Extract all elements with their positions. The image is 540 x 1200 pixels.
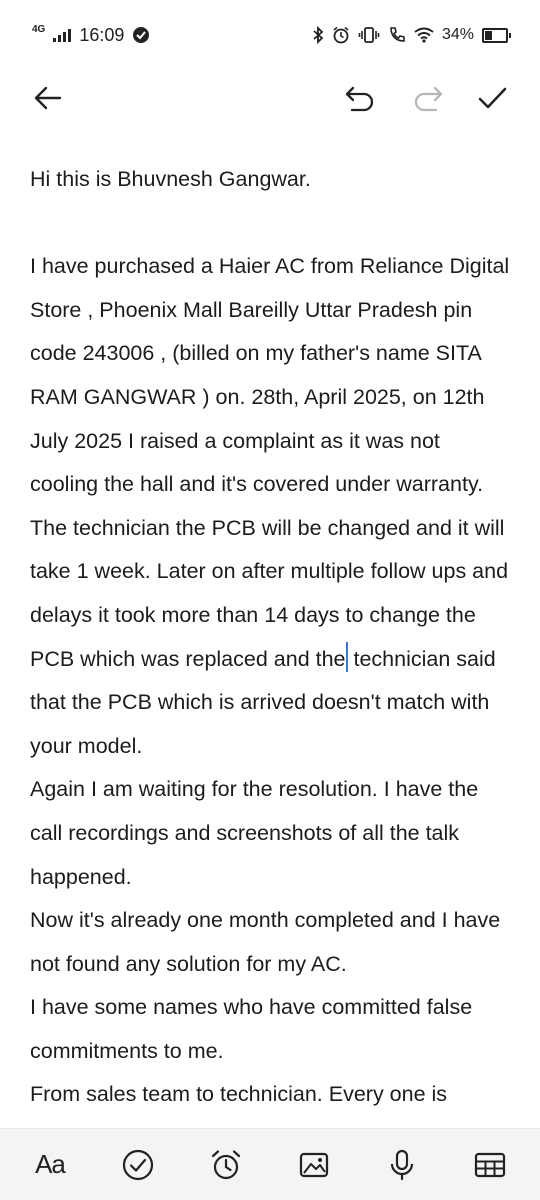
status-right: 34% xyxy=(312,26,511,44)
arrow-left-icon xyxy=(34,86,62,110)
checkmark-circle-icon xyxy=(122,1149,154,1180)
note-editor[interactable]: Hi this is Bhuvnesh Gangwar. I have purc… xyxy=(30,158,510,1128)
check-icon xyxy=(478,87,507,109)
clock: 16:09 xyxy=(79,24,125,45)
text-format-button[interactable]: Aa xyxy=(23,1138,77,1192)
signal-icon xyxy=(53,28,72,42)
vibrate-icon xyxy=(358,26,380,44)
editor-toolbar xyxy=(0,70,540,126)
battery-icon xyxy=(482,27,511,43)
voice-input-button[interactable] xyxy=(375,1138,429,1192)
text-format-label: Aa xyxy=(35,1149,66,1179)
status-left: 4G 16:09 xyxy=(32,23,150,46)
redo-icon xyxy=(414,86,443,112)
note-greeting: Hi this is Bhuvnesh Gangwar. xyxy=(30,167,311,191)
paragraph-main-text-a: I have purchased a Haier AC from Relianc… xyxy=(30,254,510,671)
redo-button[interactable] xyxy=(408,78,448,118)
undo-button[interactable] xyxy=(340,78,380,118)
note-paragraph-2: Again I am waiting for the resolution. I… xyxy=(30,777,485,889)
wifi-call-icon xyxy=(388,26,406,44)
battery-fill xyxy=(485,30,492,40)
reminder-button[interactable] xyxy=(199,1138,253,1192)
note-paragraph-3: Now it's already one month completed and… xyxy=(30,908,507,976)
alarm-clock-icon xyxy=(211,1149,241,1179)
checklist-button[interactable] xyxy=(111,1138,165,1192)
undo-icon xyxy=(345,86,374,112)
battery-percent: 34% xyxy=(441,26,474,43)
status-bar: 4G 16:09 34% xyxy=(0,0,540,70)
vpn-shield-icon xyxy=(132,26,150,44)
insert-table-button[interactable] xyxy=(463,1138,517,1192)
wifi-icon xyxy=(414,27,434,43)
done-button[interactable] xyxy=(472,78,512,118)
bottom-toolbar: Aa xyxy=(0,1128,540,1200)
insert-image-button[interactable] xyxy=(287,1138,341,1192)
microphone-icon xyxy=(390,1149,414,1180)
note-paragraph-5: From sales team to technician. Every one… xyxy=(30,1082,448,1107)
network-type: 4G xyxy=(32,23,46,35)
note-paragraph-main: I have purchased a Haier AC from Relianc… xyxy=(30,245,510,768)
note-paragraph-4: I have some names who have committed fal… xyxy=(30,995,479,1063)
table-icon xyxy=(474,1152,506,1177)
bluetooth-icon xyxy=(312,26,324,44)
image-icon xyxy=(299,1152,329,1177)
back-button[interactable] xyxy=(28,78,68,118)
alarm-status-icon xyxy=(332,26,350,44)
